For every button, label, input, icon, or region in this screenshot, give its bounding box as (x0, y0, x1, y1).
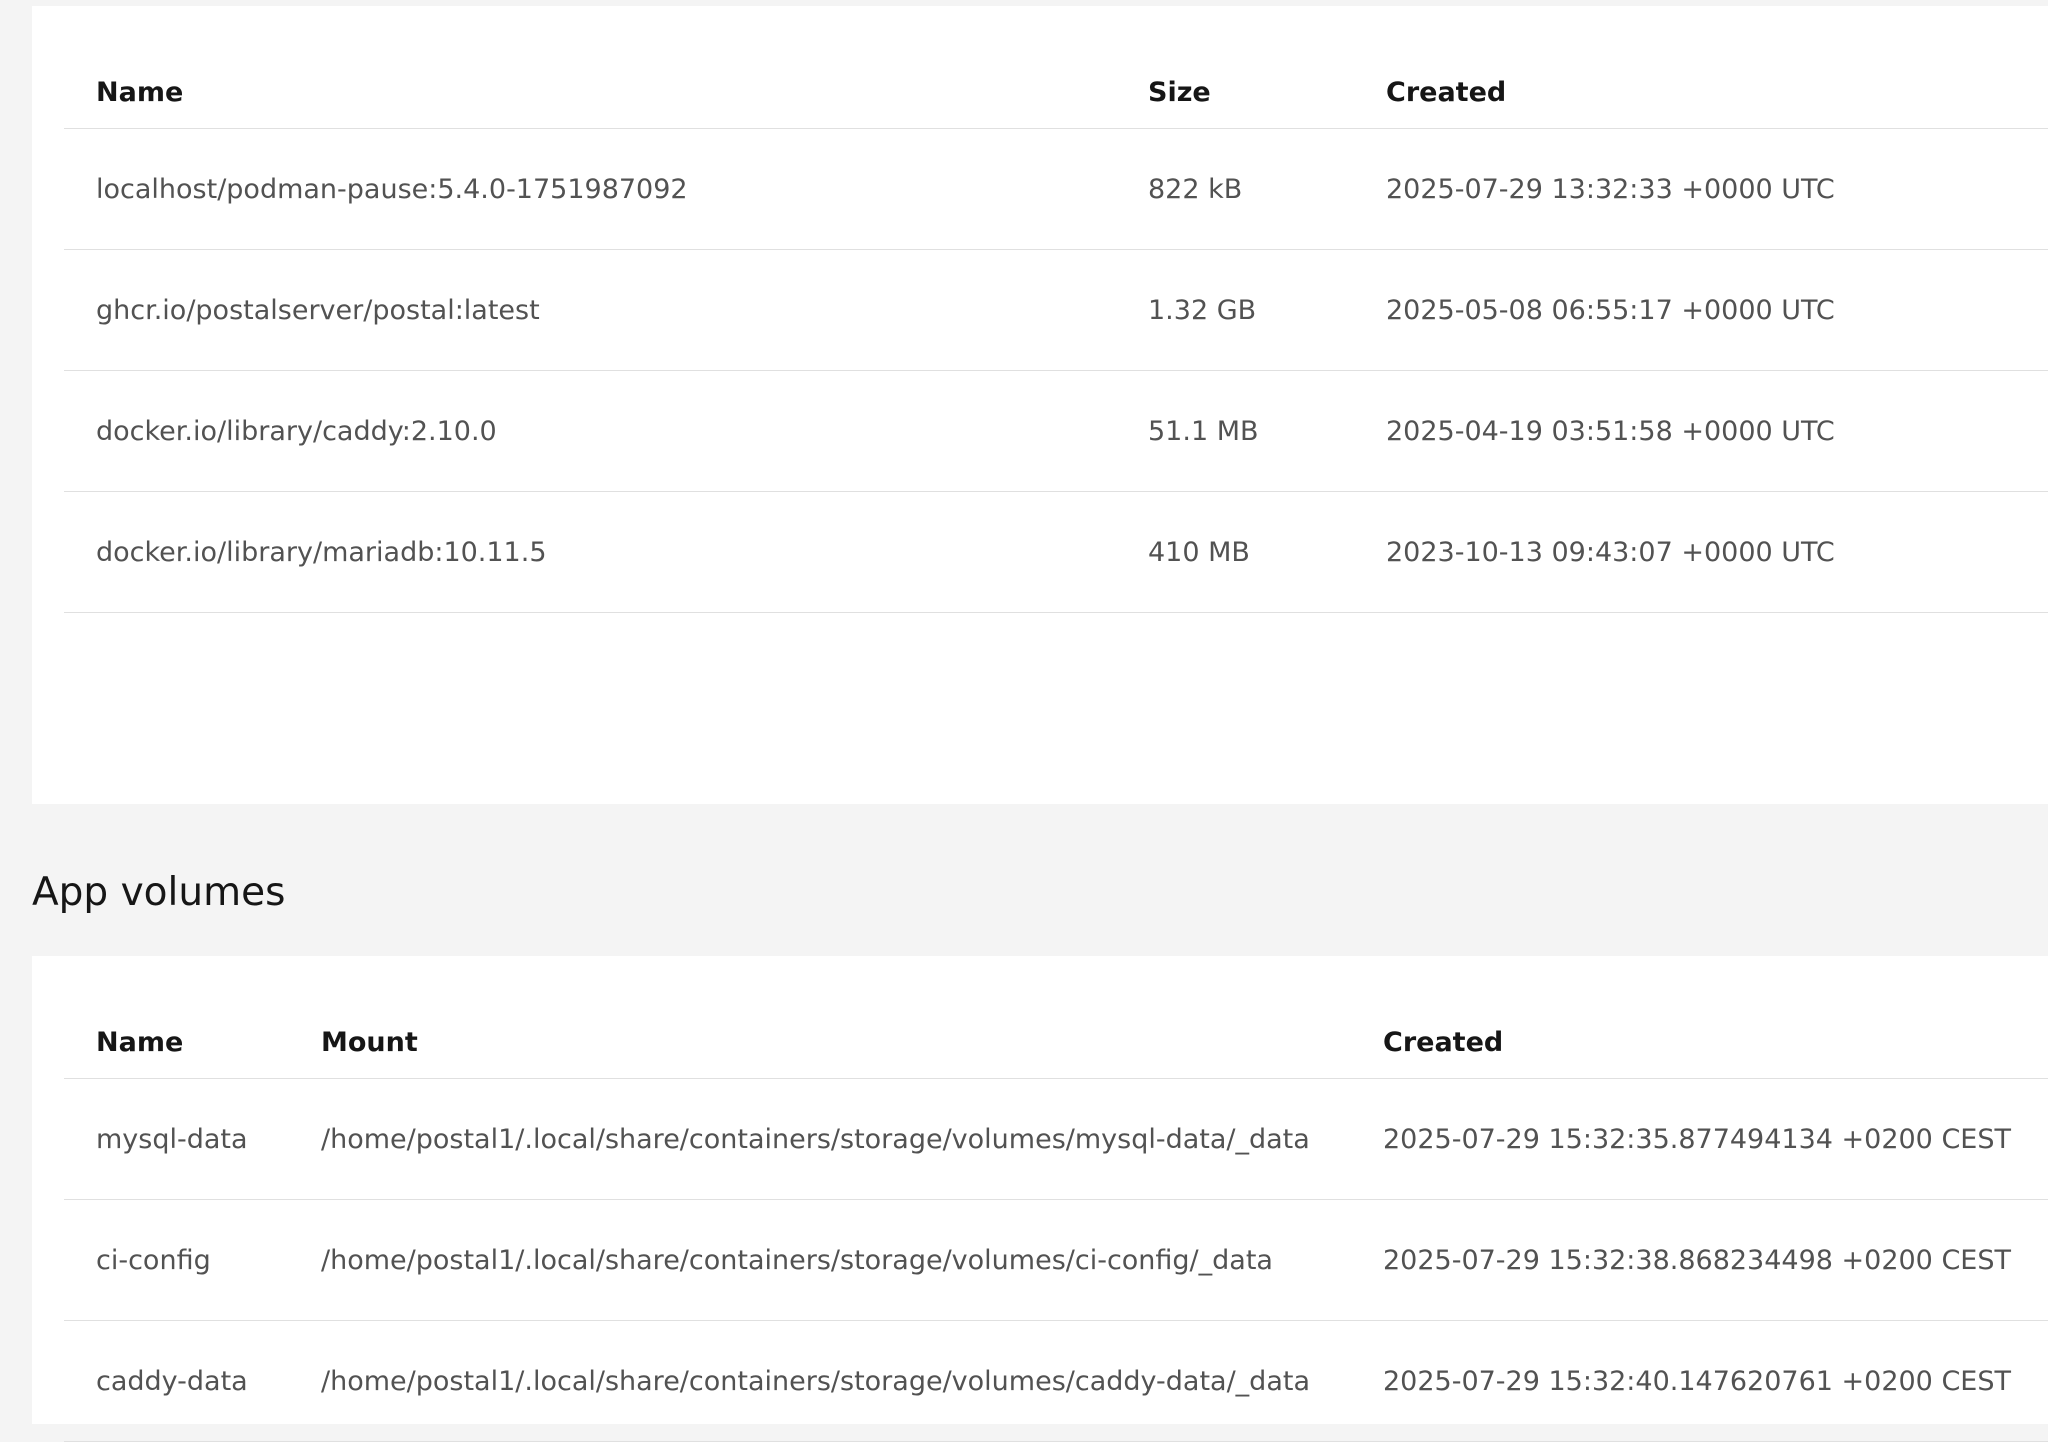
app-images-panel: Name Size Created localhost/podman-pause… (32, 6, 2048, 804)
image-created-cell: 2025-05-08 06:55:17 +0000 UTC (1354, 249, 2048, 371)
app-images-table: Name Size Created localhost/podman-pause… (64, 56, 2048, 613)
volume-name-cell: caddy-data (64, 1320, 289, 1442)
table-row[interactable]: docker.io/library/mariadb:10.11.5 410 MB… (64, 491, 2048, 613)
column-header-size[interactable]: Size (1116, 56, 1354, 129)
image-name-cell: docker.io/library/caddy:2.10.0 (64, 370, 1116, 492)
volume-created-cell: 2025-07-29 15:32:35.877494134 +0200 CEST (1351, 1078, 2048, 1200)
image-size-cell: 822 kB (1116, 128, 1354, 250)
table-row[interactable]: ghcr.io/postalserver/postal:latest 1.32 … (64, 249, 2048, 371)
volume-created-cell: 2025-07-29 15:32:38.868234498 +0200 CEST (1351, 1199, 2048, 1321)
volume-mount-cell: /home/postal1/.local/share/containers/st… (289, 1078, 1351, 1200)
column-header-name[interactable]: Name (64, 1006, 289, 1079)
volume-mount-cell: /home/postal1/.local/share/containers/st… (289, 1320, 1351, 1442)
image-name-cell: ghcr.io/postalserver/postal:latest (64, 249, 1116, 371)
table-header-row: Name Size Created (64, 56, 2048, 129)
image-created-cell: 2025-04-19 03:51:58 +0000 UTC (1354, 370, 2048, 492)
image-created-cell: 2023-10-13 09:43:07 +0000 UTC (1354, 491, 2048, 613)
app-volumes-table: Name Mount Created mysql-data /home/post… (64, 1006, 2048, 1442)
app-volumes-panel: Name Mount Created mysql-data /home/post… (32, 956, 2048, 1442)
column-header-mount[interactable]: Mount (289, 1006, 1351, 1079)
image-name-cell: docker.io/library/mariadb:10.11.5 (64, 491, 1116, 613)
image-size-cell: 410 MB (1116, 491, 1354, 613)
volume-created-cell: 2025-07-29 15:32:40.147620761 +0200 CEST (1351, 1320, 2048, 1442)
volume-mount-cell: /home/postal1/.local/share/containers/st… (289, 1199, 1351, 1321)
table-row[interactable]: caddy-data /home/postal1/.local/share/co… (64, 1320, 2048, 1442)
table-row[interactable]: mysql-data /home/postal1/.local/share/co… (64, 1078, 2048, 1200)
column-header-created[interactable]: Created (1351, 1006, 2048, 1079)
image-size-cell: 1.32 GB (1116, 249, 1354, 371)
volume-name-cell: mysql-data (64, 1078, 289, 1200)
table-row[interactable]: ci-config /home/postal1/.local/share/con… (64, 1199, 2048, 1321)
volume-name-cell: ci-config (64, 1199, 289, 1321)
column-header-created[interactable]: Created (1354, 56, 2048, 129)
column-header-name[interactable]: Name (64, 56, 1116, 129)
table-row[interactable]: docker.io/library/caddy:2.10.0 51.1 MB 2… (64, 370, 2048, 492)
image-size-cell: 51.1 MB (1116, 370, 1354, 492)
image-name-cell: localhost/podman-pause:5.4.0-1751987092 (64, 128, 1116, 250)
section-title-app-volumes: App volumes (32, 870, 286, 915)
table-row[interactable]: localhost/podman-pause:5.4.0-1751987092 … (64, 128, 2048, 250)
image-created-cell: 2025-07-29 13:32:33 +0000 UTC (1354, 128, 2048, 250)
table-header-row: Name Mount Created (64, 1006, 2048, 1079)
